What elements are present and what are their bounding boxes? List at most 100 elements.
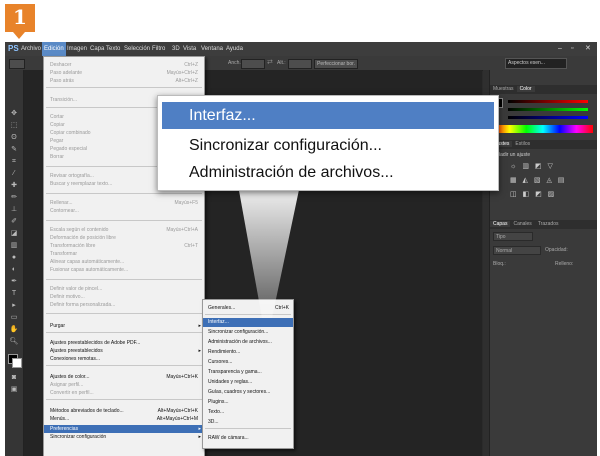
height-input[interactable] bbox=[288, 59, 312, 69]
preferences-submenu-item[interactable]: Guías, cuadros y sectores... bbox=[203, 388, 293, 397]
edit-menu-item[interactable]: Definir valor de pincel... bbox=[44, 285, 204, 293]
menu-filtro[interactable]: Filtro bbox=[150, 42, 167, 56]
gradient-tool-icon[interactable]: ▥ bbox=[9, 242, 19, 250]
tab-color[interactable]: Color bbox=[516, 86, 535, 92]
edit-menu-item[interactable]: Preferencias ▸ bbox=[44, 425, 204, 433]
menu-imagen[interactable]: Imagen bbox=[65, 42, 89, 56]
edit-menu-item[interactable]: Conexiones remotas... bbox=[44, 355, 204, 363]
refine-edge-button[interactable]: Perfeccionar bor. bbox=[314, 59, 358, 69]
red-slider[interactable] bbox=[508, 100, 588, 103]
blue-slider[interactable] bbox=[508, 116, 588, 119]
quick-mask-icon[interactable]: ◙ bbox=[9, 374, 19, 382]
preferences-submenu-item[interactable]: Cursores... bbox=[203, 358, 293, 367]
edit-menu-item[interactable]: Sincronizar configuración ▸ bbox=[44, 433, 204, 441]
marquee-tool-icon[interactable]: ⬚ bbox=[9, 122, 19, 130]
menu-edicion[interactable]: Edición bbox=[42, 42, 66, 56]
preferences-submenu-item[interactable]: 3D... bbox=[203, 418, 293, 427]
preferences-submenu-item[interactable]: Plugins... bbox=[203, 398, 293, 407]
shape-tool-icon[interactable]: ▭ bbox=[9, 314, 19, 322]
minimize-icon[interactable]: – bbox=[558, 42, 562, 56]
tab-muestras[interactable]: Muestras bbox=[490, 86, 517, 92]
edit-menu-item[interactable]: Contornear... bbox=[44, 207, 204, 215]
edit-menu-item[interactable]: Deshacer Ctrl+Z bbox=[44, 61, 204, 69]
preferences-submenu-item[interactable]: Generales... Ctrl+K bbox=[203, 304, 293, 313]
preferences-submenu-item[interactable]: RAW de cámara... bbox=[203, 434, 293, 443]
eyedropper-tool-icon[interactable]: ⁄ bbox=[9, 170, 19, 178]
width-input[interactable] bbox=[241, 59, 265, 69]
adjustment-icons-row-2[interactable]: ▦ ◭ ▧ ◬ ▤ bbox=[510, 176, 566, 184]
edit-menu-item-shortcut: Mayús+Ctrl+A bbox=[166, 227, 198, 233]
background-color-swatch[interactable] bbox=[12, 358, 22, 368]
eraser-tool-icon[interactable]: ◪ bbox=[9, 230, 19, 238]
lasso-tool-icon[interactable]: ʘ bbox=[9, 134, 19, 142]
menu-3d[interactable]: 3D bbox=[170, 42, 182, 56]
tab-estilos[interactable]: Estilos bbox=[512, 141, 533, 147]
preferences-submenu-item[interactable]: Sincronizar configuración... bbox=[203, 328, 293, 337]
hand-tool-icon[interactable]: ✋ bbox=[9, 326, 19, 334]
menu-separator bbox=[205, 314, 291, 315]
green-slider[interactable] bbox=[508, 108, 588, 111]
adjustment-icons-row-3[interactable]: ◫ ◧ ◩ ▨ bbox=[510, 190, 556, 198]
screen-mode-icon[interactable]: ▣ bbox=[9, 386, 19, 394]
zoom-tool-icon[interactable]: 🔍︎ bbox=[9, 338, 19, 346]
edit-menu-item[interactable]: Transformar bbox=[44, 250, 204, 258]
menu-seleccion[interactable]: Selección bbox=[122, 42, 152, 56]
menu-archivo[interactable]: Archivo bbox=[19, 42, 43, 56]
blur-tool-icon[interactable]: ● bbox=[9, 254, 19, 262]
close-icon[interactable]: ✕ bbox=[585, 42, 591, 56]
tab-trazados[interactable]: Trazados bbox=[535, 221, 562, 227]
brush-tool-icon[interactable]: ✏ bbox=[9, 194, 19, 202]
preferences-submenu-item[interactable]: Rendimiento... bbox=[203, 348, 293, 357]
workspace-select[interactable]: Aspectos esen... bbox=[505, 58, 567, 69]
menu-separator bbox=[46, 279, 202, 280]
crop-tool-icon[interactable]: ⌗ bbox=[9, 158, 19, 166]
menu-vista[interactable]: Vista bbox=[181, 42, 198, 56]
edit-menu-item[interactable]: Escala según el contenido Mayús+Ctrl+A bbox=[44, 226, 204, 234]
maximize-icon[interactable]: ▫ bbox=[571, 42, 573, 56]
edit-menu-item[interactable]: Menús... Alt+Mayús+Ctrl+M bbox=[44, 415, 204, 423]
preferences-submenu-item[interactable]: Unidades y reglas... bbox=[203, 378, 293, 387]
edit-menu-item[interactable]: Alinear capas automáticamente... bbox=[44, 258, 204, 266]
preferences-submenu-item[interactable]: Transparencia y gama... bbox=[203, 368, 293, 377]
edit-menu-item[interactable]: Purgar ▸ bbox=[44, 322, 204, 330]
edit-menu-item[interactable]: Convertir en perfil... bbox=[44, 389, 204, 397]
edit-menu-item[interactable]: Métodos abreviados de teclado... Alt+Mayú… bbox=[44, 407, 204, 415]
blend-mode-select[interactable]: Normal bbox=[493, 246, 541, 255]
swap-icon[interactable]: ⇄ bbox=[267, 56, 273, 70]
healing-tool-icon[interactable]: ✚ bbox=[9, 182, 19, 190]
tool-preset-picker[interactable] bbox=[9, 59, 25, 69]
preferences-submenu-item[interactable]: Texto... bbox=[203, 408, 293, 417]
type-tool-icon[interactable]: T bbox=[9, 290, 19, 298]
preferences-item-label: Guías, cuadros y sectores... bbox=[208, 389, 271, 395]
edit-menu-item[interactable]: Ajustes de color... Mayús+Ctrl+K bbox=[44, 373, 204, 381]
path-select-tool-icon[interactable]: ▸ bbox=[9, 302, 19, 310]
edit-menu-item[interactable]: Ajustes preestablecidos de Adobe PDF... bbox=[44, 339, 204, 347]
quick-select-tool-icon[interactable]: ✎ bbox=[9, 146, 19, 154]
tab-capas[interactable]: Capas bbox=[490, 221, 511, 227]
dodge-tool-icon[interactable]: ◐ bbox=[9, 266, 19, 274]
layer-kind-filter[interactable]: Tipo bbox=[493, 232, 533, 241]
menu-ventana[interactable]: Ventana bbox=[199, 42, 225, 56]
edit-menu-item[interactable]: Asignar perfil... bbox=[44, 381, 204, 389]
pen-tool-icon[interactable]: ✒ bbox=[9, 278, 19, 286]
preferences-submenu-item[interactable]: Administración de archivos... bbox=[203, 338, 293, 347]
edit-menu-item[interactable]: Ajustes preestablecidos ▸ bbox=[44, 347, 204, 355]
preferences-item-label: Sincronizar configuración... bbox=[208, 329, 269, 335]
preferences-submenu-item[interactable]: Interfaz... bbox=[203, 318, 293, 327]
move-tool-icon[interactable]: ✥ bbox=[9, 110, 19, 118]
edit-menu-item[interactable]: Fusionar capas automáticamente... bbox=[44, 266, 204, 274]
color-spectrum[interactable] bbox=[493, 125, 593, 133]
edit-menu-item[interactable]: Paso atrás Alt+Ctrl+Z bbox=[44, 77, 204, 85]
edit-menu-item[interactable]: Paso adelante Mayús+Ctrl+Z bbox=[44, 69, 204, 77]
edit-menu-item[interactable]: Rellenar... Mayús+F5 bbox=[44, 199, 204, 207]
history-brush-tool-icon[interactable]: ✐ bbox=[9, 218, 19, 226]
edit-menu-item[interactable]: Definir motivo... bbox=[44, 293, 204, 301]
adjustment-icons-row-1[interactable]: ☼ ▥ ◩ ▽ bbox=[510, 162, 555, 170]
menu-ayuda[interactable]: Ayuda bbox=[224, 42, 245, 56]
tab-canales[interactable]: Canales bbox=[510, 221, 534, 227]
edit-menu-item[interactable]: Deformación de posición libre bbox=[44, 234, 204, 242]
menu-texto[interactable]: Texto bbox=[104, 42, 122, 56]
clone-stamp-tool-icon[interactable]: ⊥ bbox=[9, 206, 19, 214]
edit-menu-item[interactable]: Transformación libre Ctrl+T bbox=[44, 242, 204, 250]
edit-menu-item[interactable]: Definir forma personalizada... bbox=[44, 301, 204, 309]
